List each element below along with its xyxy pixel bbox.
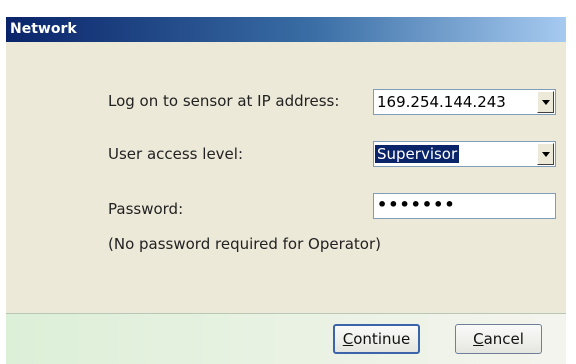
ip-address-value: 169.254.144.243: [377, 93, 506, 111]
cancel-label: ancel: [483, 330, 524, 348]
continue-mnemonic: C: [342, 330, 354, 348]
cancel-mnemonic: C: [473, 330, 484, 348]
title-bar: Network: [6, 17, 566, 42]
continue-button[interactable]: Continue: [333, 324, 420, 354]
chevron-down-icon: [541, 151, 550, 157]
password-label: Password:: [108, 200, 184, 218]
ip-dropdown-button[interactable]: [537, 91, 554, 113]
access-level-value: Supervisor: [375, 145, 460, 163]
password-note: (No password required for Operator): [108, 235, 382, 253]
access-level-dropdown[interactable]: Supervisor: [373, 141, 556, 167]
chevron-down-icon: [541, 99, 550, 105]
continue-label: ontinue: [353, 330, 411, 348]
ip-address-label: Log on to sensor at IP address:: [108, 92, 340, 110]
access-dropdown-button[interactable]: [537, 143, 554, 165]
password-value: •••••••: [377, 195, 456, 214]
button-bar: Continue Cancel: [6, 313, 566, 364]
password-field[interactable]: •••••••: [373, 193, 556, 219]
window-title: Network: [10, 21, 77, 37]
ip-address-dropdown[interactable]: 169.254.144.243: [373, 89, 556, 115]
network-dialog: Network Log on to sensor at IP address: …: [6, 17, 566, 364]
cancel-button[interactable]: Cancel: [455, 324, 542, 354]
access-level-label: User access level:: [108, 145, 243, 163]
